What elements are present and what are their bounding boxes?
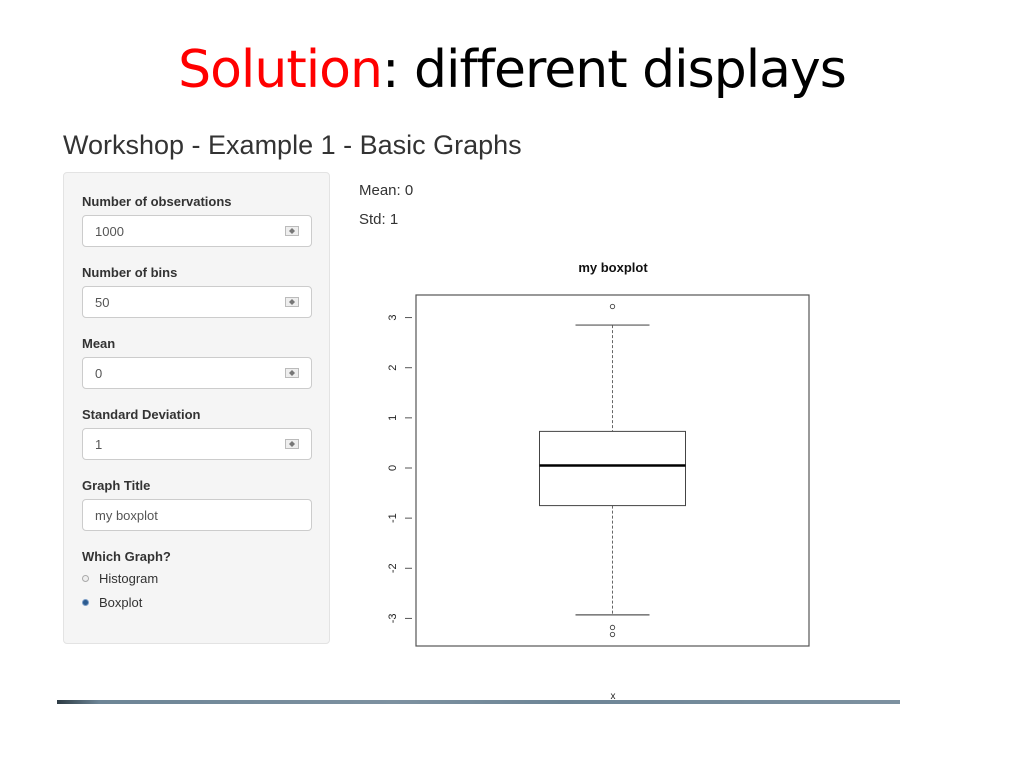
slide-title: Solution: different displays xyxy=(0,40,1024,100)
bins-value: 50 xyxy=(95,295,110,310)
observations-value: 1000 xyxy=(95,224,124,239)
footer-divider xyxy=(57,700,900,704)
slide-title-accent: Solution xyxy=(178,40,383,100)
graph-title-label: Graph Title xyxy=(82,478,151,493)
graph-title-value: my boxplot xyxy=(95,508,158,523)
slide-title-rest: : different displays xyxy=(381,40,847,100)
radio-histogram-label: Histogram xyxy=(99,571,159,586)
graph-title-input[interactable]: my boxplot xyxy=(82,499,312,531)
radio-boxplot-label: Boxplot xyxy=(99,595,143,610)
bins-label: Number of bins xyxy=(82,265,178,280)
radio-histogram[interactable]: Histogram xyxy=(82,571,158,586)
bins-input[interactable]: 50 xyxy=(82,286,312,318)
mean-readout: Mean: 0 xyxy=(359,182,414,199)
y-tick-label: 3 xyxy=(387,315,399,321)
app-title: Workshop - Example 1 - Basic Graphs xyxy=(63,130,522,160)
radio-boxplot[interactable]: Boxplot xyxy=(82,595,142,610)
std-value: 1 xyxy=(95,437,103,452)
boxplot-chart: my boxplot 3210-1-2-3 x xyxy=(387,260,810,702)
y-tick-label: -3 xyxy=(387,614,399,624)
mean-value: 0 xyxy=(95,366,103,381)
spinner-icon[interactable] xyxy=(285,439,299,449)
y-tick-label: -2 xyxy=(387,563,399,573)
outlier-point xyxy=(609,624,616,631)
spinner-icon[interactable] xyxy=(285,368,299,378)
iqr-box xyxy=(539,430,686,507)
radio-unchecked-icon[interactable] xyxy=(82,575,89,582)
outlier-point xyxy=(609,631,616,638)
std-label: Standard Deviation xyxy=(82,407,201,422)
y-tick-label: -1 xyxy=(387,513,399,523)
y-tick-label: 1 xyxy=(387,415,399,421)
spinner-icon[interactable] xyxy=(285,226,299,236)
spinner-icon[interactable] xyxy=(285,297,299,307)
observations-label: Number of observations xyxy=(82,194,232,209)
radio-checked-icon[interactable] xyxy=(82,599,89,606)
observations-input[interactable]: 1000 xyxy=(82,215,312,247)
which-graph-label: Which Graph? xyxy=(82,549,171,564)
sidebar-panel: Number of observations 1000 Number of bi… xyxy=(63,172,330,644)
mean-label: Mean xyxy=(82,336,116,351)
outlier-point xyxy=(609,303,616,310)
std-input[interactable]: 1 xyxy=(82,428,312,460)
chart-title: my boxplot xyxy=(578,260,648,275)
y-tick-label: 2 xyxy=(387,365,399,371)
y-tick-label: 0 xyxy=(387,465,399,471)
std-readout: Std: 1 xyxy=(359,211,399,228)
mean-input[interactable]: 0 xyxy=(82,357,312,389)
